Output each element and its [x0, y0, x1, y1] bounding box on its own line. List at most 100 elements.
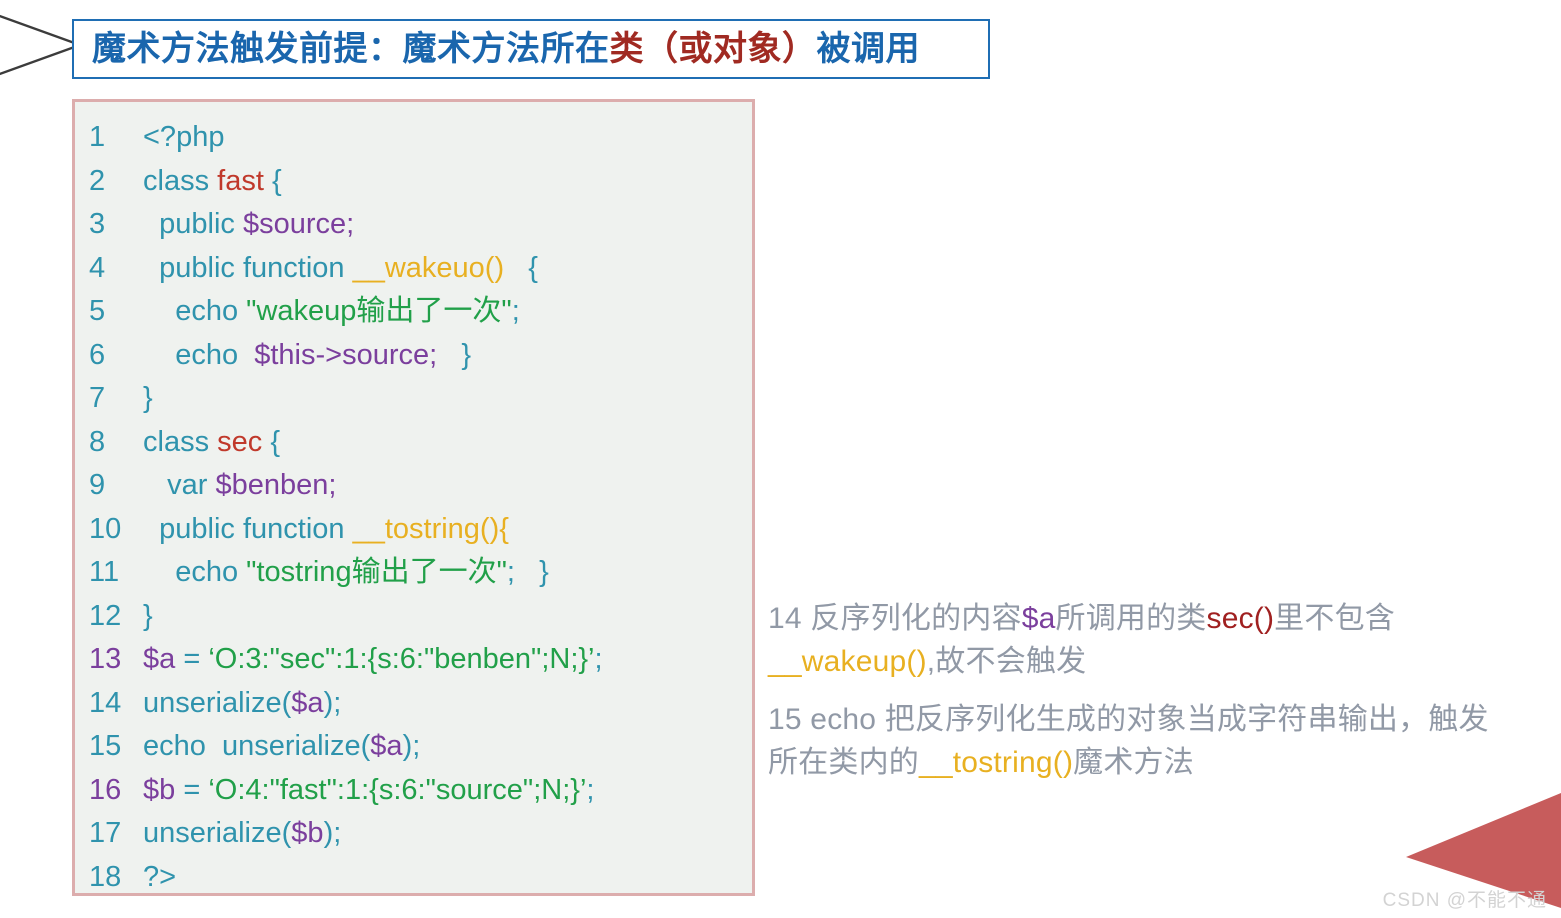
code-token-kw: } — [437, 338, 472, 371]
annotation-list: 14 反序列化的内容$a所调用的类sec()里不包含 __wakeup(),故不会… — [768, 598, 1513, 800]
code-token-kw: unserialize( — [143, 817, 292, 849]
code-line: 13 $a = ‘O:3:"sec":1:{s:6:"benben";N;}’; — [75, 638, 752, 682]
code-token-kw: } — [143, 382, 153, 414]
code-token-cls: sec — [217, 425, 263, 458]
code-line: 7} — [75, 377, 752, 421]
code-line-number: 17 — [89, 817, 122, 849]
code-token-var: $a — [370, 730, 403, 762]
code-line-list: 1 <?php 2 class fast {3 public $source; 4 pu… — [75, 116, 752, 899]
code-line: 4 public function __wakeuo() { — [75, 247, 752, 291]
code-token-fn: __tostring(){ — [352, 512, 509, 545]
code-line-content: public function __wakeuo() { — [143, 247, 752, 291]
code-token-var: $b — [291, 817, 324, 849]
code-token-var: $a — [291, 686, 324, 719]
code-token-kw: echo — [143, 295, 247, 327]
code-line-content: ?> — [143, 856, 752, 900]
annotation-container: 14 反序列化的内容$a所调用的类sec()里不包含 __wakeup(),故不会… — [768, 598, 1513, 784]
code-line-content: var $benben; — [143, 464, 752, 508]
code-token-kw: ); — [402, 730, 421, 762]
code-token-str: "tostring输出了一次" — [246, 556, 507, 588]
code-line-number: 4 — [89, 251, 106, 284]
code-line: 2 class fast { — [75, 160, 752, 204]
code-token-kw: ; — [511, 295, 520, 327]
code-line-number: 6 — [89, 338, 106, 371]
code-token-kw: ; } — [506, 556, 549, 588]
note-line-14: 14 反序列化的内容$a所调用的类sec()里不包含 __wakeup(),故不会… — [768, 598, 1513, 683]
code-line: 8 class sec { — [75, 421, 752, 465]
code-line-number: 5 — [89, 295, 106, 327]
code-line-content: <?php — [143, 116, 752, 160]
code-token-kw: echo — [143, 556, 247, 588]
code-token-kw: echo — [143, 338, 255, 371]
annotation-segment-plain: 魔术方法 — [1073, 745, 1194, 779]
code-line-content: $a = ‘O:3:"sec":1:{s:6:"benben";N;}’; — [143, 638, 752, 682]
code-token-cls: fast — [217, 164, 264, 197]
code-line: 3 public $source; — [75, 203, 752, 247]
code-token-kw: public function — [143, 251, 353, 284]
code-line-number: 3 — [89, 208, 106, 240]
code-token-kw: unserialize( — [143, 686, 292, 719]
code-line: 15 echo unserialize($a); — [75, 725, 752, 769]
code-token-var: $b — [143, 773, 176, 806]
code-token-var: $source; — [242, 208, 355, 240]
code-token-kw: class — [143, 164, 218, 197]
code-token-kw: var — [143, 469, 216, 501]
code-line-content: public $source; — [143, 203, 752, 247]
code-line: 9 var $benben; — [75, 464, 752, 508]
code-line: 16 $b = ‘O:4:"fast":1:{s:6:"source";N;}’; — [75, 769, 752, 813]
code-line-content: echo "wakeup输出了一次"; — [143, 290, 752, 334]
code-line: 10 public function __tostring(){ — [75, 508, 752, 552]
annotation-segment-plain: 14 反序列化的内容 — [768, 602, 1022, 635]
slide-canvas: 魔术方法触发前提：魔术方法所在类（或对象）被调用 1 <?php 2 class fa… — [0, 0, 1561, 918]
header-title-before: 魔术方法触发前提：魔术方法所在 — [92, 30, 610, 68]
code-line-number: 12 — [89, 599, 122, 632]
code-token-var: $benben; — [215, 469, 337, 501]
php-code-block: 1 <?php 2 class fast {3 public $source; 4 pu… — [72, 99, 755, 896]
header-title-after: 被调用 — [816, 30, 920, 68]
code-line-content: $b = ‘O:4:"fast":1:{s:6:"source";N;}’; — [143, 769, 752, 813]
code-token-kw: ; — [594, 643, 603, 675]
code-token-kw: { — [263, 164, 282, 197]
code-token-kw: <?php — [143, 121, 225, 153]
code-line-number: 11 — [89, 556, 120, 588]
csdn-watermark: CSDN @不能不通 — [1382, 890, 1547, 911]
note-line-15: 15 echo 把反序列化生成的对象当成字符串输出，触发所在类内的__tostr… — [768, 699, 1513, 784]
code-line-number: 18 — [89, 860, 122, 893]
code-line-number: 1 — [89, 121, 106, 153]
code-line: 12} — [75, 595, 752, 639]
header-banner: 魔术方法触发前提：魔术方法所在类（或对象）被调用 — [72, 19, 990, 79]
code-token-var: $this->source; — [254, 338, 438, 371]
code-line-content: } — [143, 377, 752, 421]
code-line-number: 15 — [89, 730, 122, 762]
header-title: 魔术方法触发前提：魔术方法所在类（或对象）被调用 — [92, 32, 920, 66]
code-token-kw: = — [175, 773, 209, 806]
code-line: 11 echo "tostring输出了一次"; } — [75, 551, 752, 595]
code-line-content: class sec { — [143, 421, 752, 465]
code-line-number: 9 — [89, 469, 106, 501]
code-line: 17 unserialize($b); — [75, 812, 752, 856]
code-token-kw: ); — [323, 817, 342, 849]
code-line: 6 echo $this->source; } — [75, 334, 752, 378]
code-token-kw: } — [143, 599, 153, 632]
code-token-kw: class — [143, 425, 218, 458]
code-line-content: echo unserialize($a); — [143, 725, 752, 769]
code-token-kw: { — [262, 425, 281, 458]
annotation-segment-plain: ,故不会触发 — [926, 644, 1087, 678]
code-line-number: 14 — [89, 686, 122, 719]
code-token-kw: ; — [586, 773, 595, 806]
code-token-kw: public — [143, 208, 243, 240]
code-line-content: public function __tostring(){ — [143, 508, 752, 552]
code-token-kw: = — [175, 643, 209, 675]
annotation-segment-plain: 所调用的类 — [1055, 602, 1207, 635]
code-line-number: 13 — [89, 643, 122, 675]
annotation-segment-fn: __tostring() — [919, 745, 1074, 779]
code-line: 18 ?> — [75, 856, 752, 900]
code-line-content: class fast { — [143, 160, 752, 204]
code-line-number: 7 — [89, 382, 106, 414]
code-token-str: "wakeup输出了一次" — [246, 295, 512, 327]
code-line: 1 <?php — [75, 116, 752, 160]
code-line-number: 2 — [89, 164, 106, 197]
code-token-str: ‘O:3:"sec":1:{s:6:"benben";N;}’ — [208, 643, 595, 675]
code-line-content: echo "tostring输出了一次"; } — [143, 551, 752, 595]
code-line-number: 16 — [89, 773, 122, 806]
